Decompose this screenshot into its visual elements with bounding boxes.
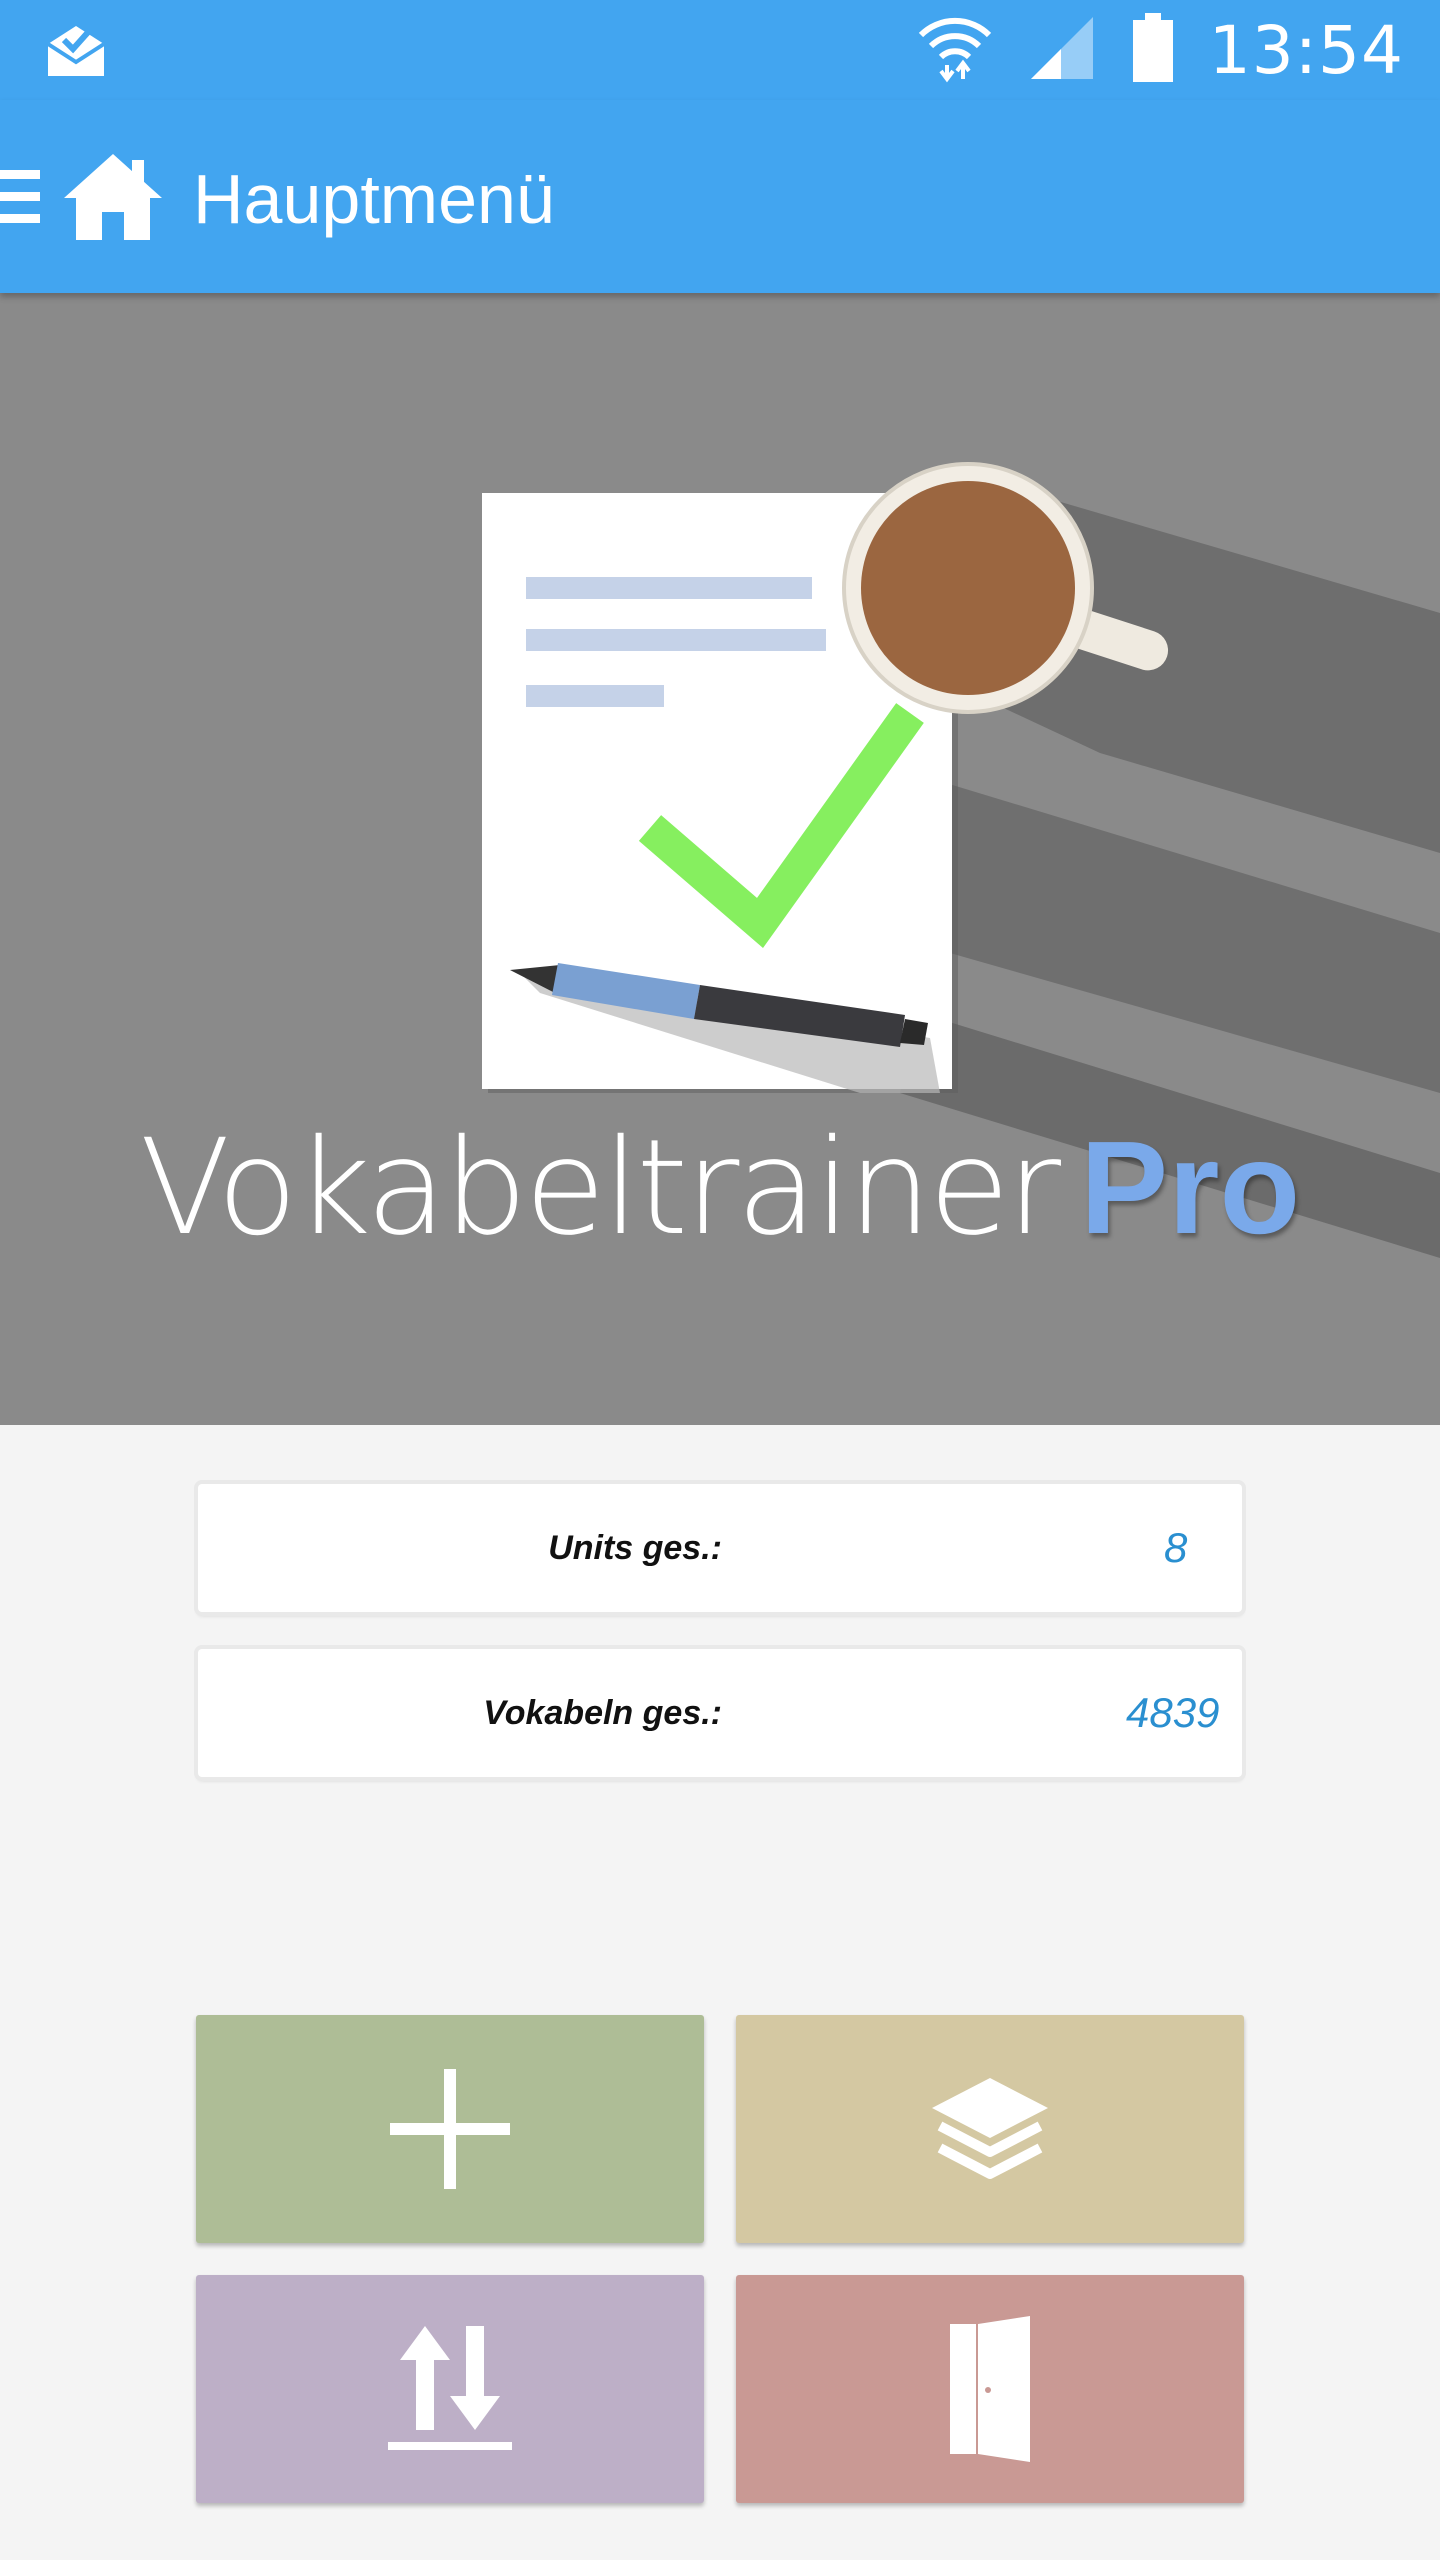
status-time: 13:54 [1208, 11, 1404, 89]
exit-button[interactable] [736, 2275, 1244, 2503]
units-total-value: 8 [1164, 1524, 1188, 1571]
app-bar: Hauptmenü [0, 100, 1440, 293]
home-icon[interactable] [62, 152, 164, 242]
units-total-card: Units ges.: 8 [198, 1484, 1242, 1612]
mail-check-icon [44, 22, 108, 78]
app-name-light: Vokabeltrainer [139, 1111, 1061, 1265]
units-button[interactable] [736, 2015, 1244, 2243]
app-name-pro: Pro [1080, 1114, 1301, 1261]
wifi-icon [917, 13, 993, 88]
vocab-total-card: Vokabeln ges.: 4839 [198, 1649, 1242, 1777]
signal-icon [1027, 13, 1097, 88]
vocab-total-label: Vokabeln ges.: [483, 1694, 722, 1732]
import-export-icon [388, 2326, 512, 2450]
vocab-total-value: 4839 [1126, 1689, 1220, 1736]
app-name-title: Vokabeltrainer Pro [0, 1113, 1440, 1263]
status-bar: 13:54 [0, 0, 1440, 100]
page-title: Hauptmenü [193, 160, 555, 238]
menu-icon[interactable] [0, 168, 42, 226]
battery-icon [1131, 12, 1175, 88]
plus-icon [390, 2069, 510, 2189]
hero-banner: Vokabeltrainer Pro [0, 293, 1440, 1425]
layers-icon [932, 2078, 1048, 2179]
import-export-button[interactable] [196, 2275, 704, 2503]
units-total-label: Units ges.: [548, 1529, 722, 1567]
exit-door-icon [950, 2316, 1030, 2462]
add-button[interactable] [196, 2015, 704, 2243]
